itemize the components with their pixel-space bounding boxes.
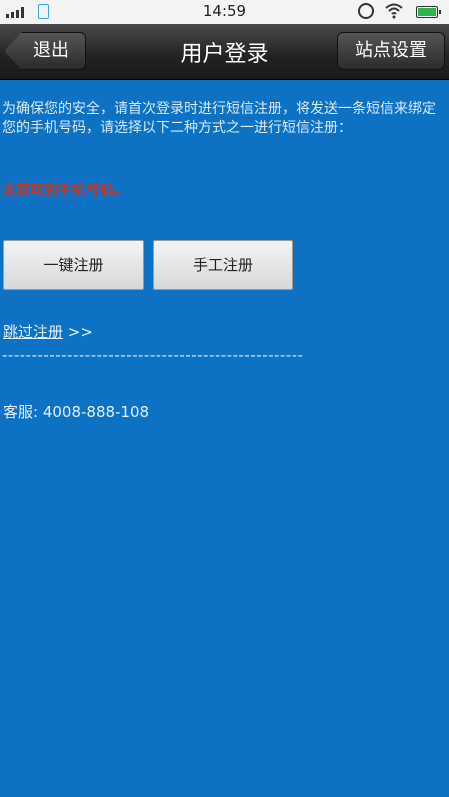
service-phone: 4008-888-108	[42, 403, 150, 421]
status-bar: 14:59	[0, 0, 449, 24]
manual-register-button[interactable]: 手工注册	[153, 240, 293, 290]
site-settings-button[interactable]: 站点设置	[337, 32, 445, 70]
battery-icon	[416, 6, 441, 18]
customer-service: 客服: 4008-888-108	[3, 401, 149, 422]
divider: ----------------------------------------…	[2, 346, 304, 364]
warning-text: 未获取到手机号码。	[2, 183, 128, 199]
intro-text: 为确保您的安全，请首次登录时进行短信注册，将发送一条短信来绑定您的手机号码，请选…	[2, 101, 436, 136]
skip-row: 跳过注册 >>	[3, 321, 93, 342]
skip-register-link[interactable]: 跳过注册	[3, 323, 63, 341]
status-time: 14:59	[202, 2, 247, 20]
wifi-icon	[385, 3, 403, 19]
alarm-icon	[358, 3, 374, 19]
skip-arrows: >>	[67, 323, 93, 341]
one-key-register-button[interactable]: 一键注册	[3, 240, 144, 290]
service-label: 客服:	[3, 403, 39, 421]
nav-bar: 退出 用户登录 站点设置	[0, 24, 449, 80]
